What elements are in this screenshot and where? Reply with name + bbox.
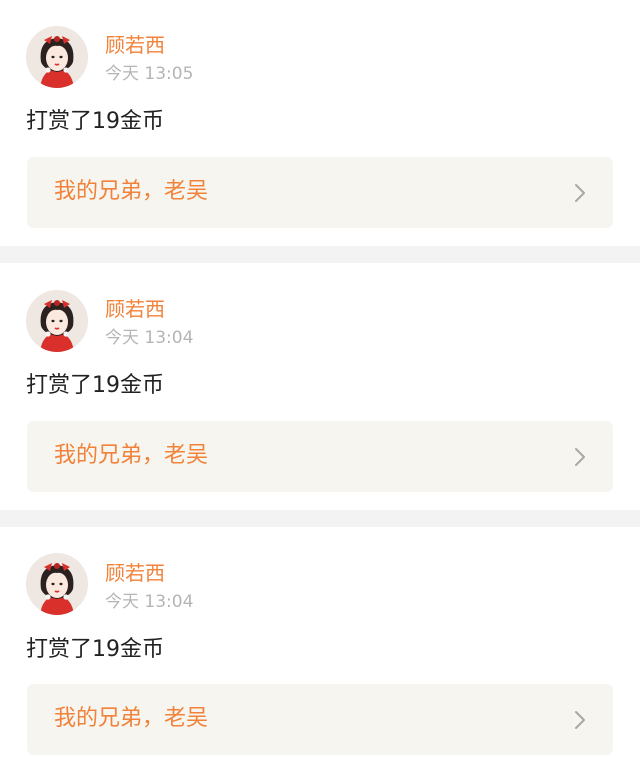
avatar[interactable]: [26, 26, 88, 88]
timestamp: 今天 13:04: [105, 592, 194, 612]
reference-link[interactable]: 我的兄弟，老吴: [27, 684, 613, 755]
reward-message: 打赏了19金币: [26, 637, 164, 662]
feed-item: 顾若西 今天 13:05 打赏了19金币 我的兄弟，老吴: [0, 0, 640, 246]
reference-text: 我的兄弟，老吴: [54, 179, 209, 204]
reward-message: 打赏了19金币: [26, 373, 164, 398]
username[interactable]: 顾若西: [105, 297, 165, 321]
timestamp: 今天 13:04: [105, 328, 194, 348]
chevron-right-icon: [575, 184, 585, 202]
chevron-right-icon: [575, 711, 585, 729]
avatar-image: [26, 26, 88, 88]
avatar[interactable]: [26, 553, 88, 615]
reward-message: 打赏了19金币: [26, 109, 164, 134]
reference-link[interactable]: 我的兄弟，老吴: [27, 421, 613, 492]
avatar-image: [26, 553, 88, 615]
timestamp: 今天 13:05: [105, 64, 194, 84]
chevron-right-icon: [575, 448, 585, 466]
avatar-image: [26, 290, 88, 352]
username[interactable]: 顾若西: [105, 561, 165, 585]
reference-text: 我的兄弟，老吴: [54, 443, 209, 468]
avatar[interactable]: [26, 290, 88, 352]
reward-feed: 顾若西 今天 13:05 打赏了19金币 我的兄弟，老吴 顾若西 今天 13:0…: [0, 0, 640, 764]
username[interactable]: 顾若西: [105, 33, 165, 57]
feed-item: 顾若西 今天 13:04 打赏了19金币 我的兄弟，老吴: [0, 263, 640, 510]
reference-text: 我的兄弟，老吴: [54, 706, 209, 731]
feed-item: 顾若西 今天 13:04 打赏了19金币 我的兄弟，老吴: [0, 527, 640, 764]
divider: [0, 246, 640, 263]
divider: [0, 510, 640, 527]
reference-link[interactable]: 我的兄弟，老吴: [27, 157, 613, 228]
